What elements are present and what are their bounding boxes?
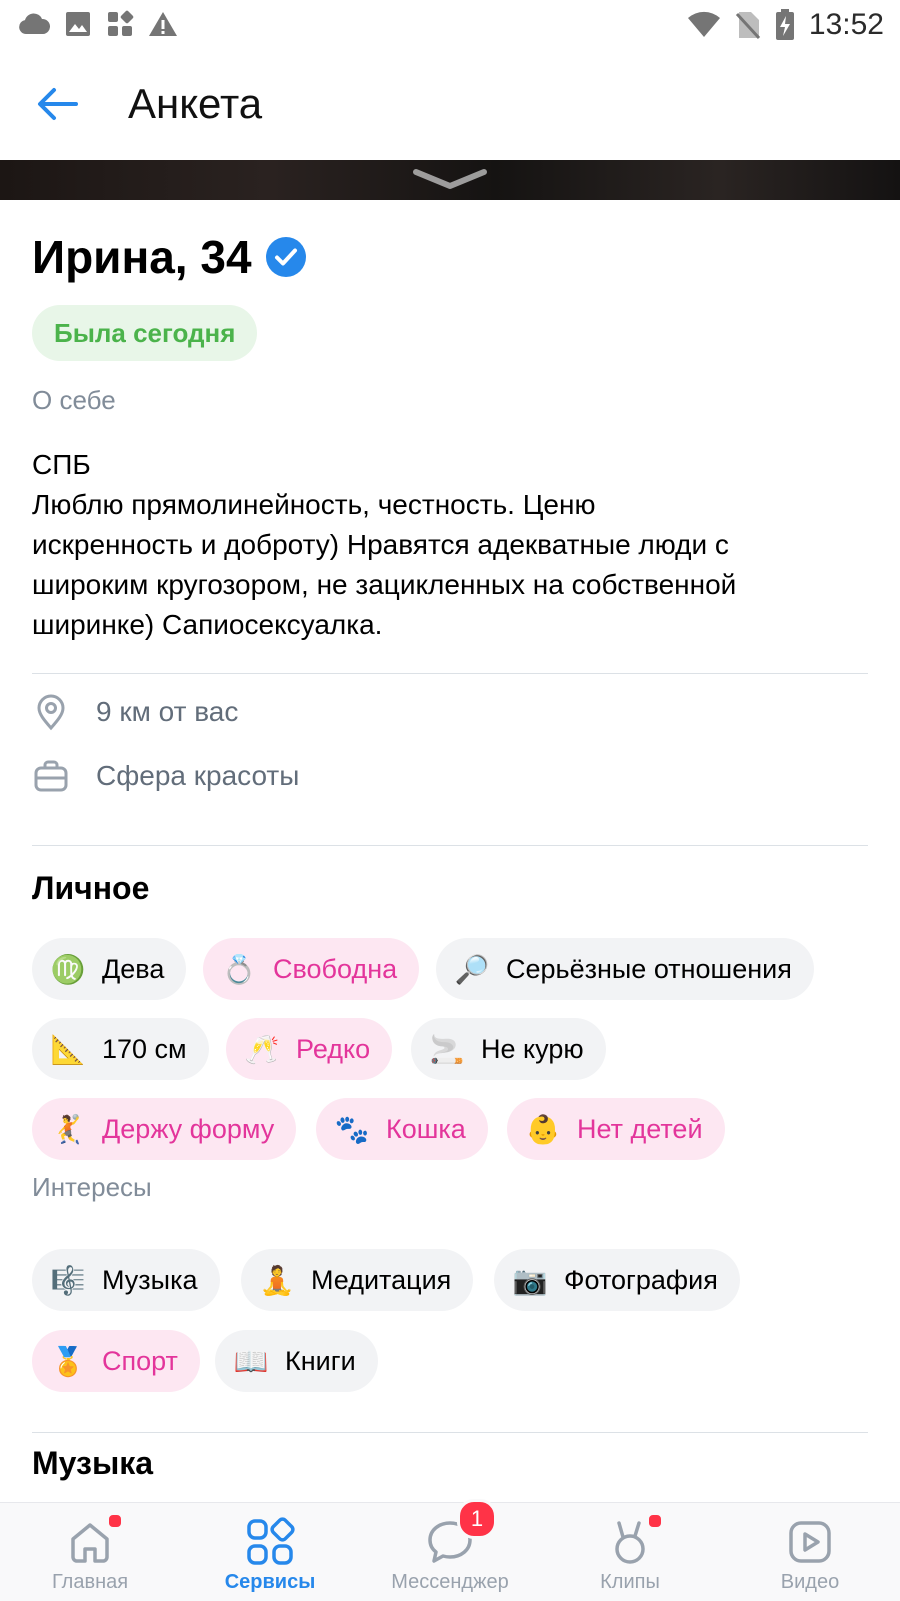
occupation-text: Сфера красоты [96,760,300,791]
online-status-badge: Была сегодня [32,305,258,361]
distance-row: 9 км от вас [32,680,238,744]
messenger-badge: 1 [457,1499,497,1539]
warning-icon [149,12,177,36]
image-icon [66,12,90,36]
about-line: ширинке) Сапиосексуалка. [32,609,383,640]
triangle-ruler-icon: 📐 [50,1033,86,1065]
sport-person-icon: 🤾 [50,1113,86,1145]
profile-name: Ирина, 34 [32,231,252,283]
chip-interest-sport[interactable]: 🏅 Спорт [32,1330,200,1392]
location-pin-icon [32,693,70,731]
divider [32,1432,868,1433]
music-section-title: Музыка [32,1445,154,1481]
arrow-left-icon [38,88,78,120]
chip-label: Кошка [386,1113,466,1144]
chip-label: Спорт [102,1345,178,1376]
bottom-tab-bar: Главная Сервисы 1 Мессенджер Клипы Видео [0,1499,900,1601]
notification-dot [107,1513,123,1529]
about-line: СПБ [32,449,91,480]
about-line: Люблю прямолинейность, честность. Ценю [32,489,596,520]
name-row: Ирина, 34 [32,230,306,284]
notification-dot [647,1513,663,1529]
chip-label: Фотография [564,1264,718,1295]
chip-interest-photography[interactable]: 📷 Фотография [494,1249,740,1311]
chip-alcohol[interactable]: 🥂 Редко [226,1018,393,1080]
cigarette-icon: 🚬 [429,1033,465,1065]
personal-section-title: Личное [32,870,150,906]
chip-label: Держу форму [102,1113,275,1144]
status-bar: 13:52 [0,0,900,50]
status-left-icons [18,10,178,38]
tab-video[interactable]: Видео [720,1503,900,1601]
paw-icon: 🐾 [334,1113,370,1145]
chip-interest-music[interactable]: 🎼 Музыка [32,1249,220,1311]
tab-clips[interactable]: Клипы [540,1503,720,1601]
divider [32,845,868,846]
chip-label: Медитация [311,1264,452,1295]
chip-label: Музыка [102,1264,198,1295]
status-time: 13:52 [808,8,884,41]
tab-label: Клипы [600,1571,660,1593]
chip-interest-meditation[interactable]: 🧘 Медитация [241,1249,474,1311]
about-line: широким кругозором, не зацикленных на со… [32,569,737,600]
profile-photo-strip[interactable] [0,160,900,200]
chevron-down-icon[interactable] [410,166,490,190]
chip-zodiac[interactable]: ♍ Дева [32,938,187,1000]
chip-label: Книги [285,1345,356,1376]
tab-messenger[interactable]: 1 Мессенджер [360,1499,540,1601]
chip-label: Нет детей [577,1113,703,1144]
chip-fitness[interactable]: 🤾 Держу форму [32,1098,297,1160]
chip-pets[interactable]: 🐾 Кошка [316,1098,488,1160]
chip-label: Редко [296,1033,371,1064]
occupation-row: Сфера красоты [32,744,299,808]
champagne-icon: 🥂 [244,1033,280,1065]
briefcase-icon [32,757,70,795]
verified-check-icon [265,237,306,277]
tab-services[interactable]: Сервисы [180,1503,360,1601]
chip-goal[interactable]: 🔎 Серьёзные отношения [436,938,814,1000]
cloud-icon [19,13,50,34]
virgo-icon: ♍ [50,953,86,985]
battery-charging-icon [775,9,794,40]
tab-label: Мессенджер [391,1571,509,1593]
apps-icon [108,10,134,36]
about-line: искренность и доброту) Нравятся адекватн… [32,529,729,560]
chip-children[interactable]: 👶 Нет детей [507,1098,725,1160]
chip-interest-books[interactable]: 📖 Книги [215,1330,378,1392]
baby-icon: 👶 [525,1113,561,1145]
chip-height[interactable]: 📐 170 см [32,1018,209,1080]
chip-label: Свободна [273,953,398,984]
tab-label: Главная [51,1571,129,1593]
chip-smoking[interactable]: 🚬 Не курю [411,1018,606,1080]
back-button[interactable] [30,76,86,132]
chip-label: 170 см [102,1033,187,1064]
chip-relationship-status[interactable]: 💍 Свободна [203,938,420,1000]
chip-label: Серьёзные отношения [506,953,792,984]
distance-text: 9 км от вас [96,696,239,727]
status-right-icons: 13:52 [687,8,884,42]
interests-section-title: Интересы [32,1172,152,1202]
magnifier-icon: 🔎 [454,953,490,985]
divider [32,673,868,674]
book-icon: 📖 [233,1345,269,1377]
meditation-icon: 🧘 [259,1264,295,1296]
about-label: О себе [32,385,116,415]
tab-label: Сервисы [224,1571,316,1593]
camera-icon: 📷 [512,1264,548,1296]
video-icon [789,1521,831,1563]
wifi-icon [687,11,720,37]
about-text: СПБ Люблю прямолинейность, честность. Це… [32,445,872,645]
medal-icon: 🏅 [50,1345,86,1377]
tab-label: Видео [780,1571,840,1593]
app-bar: Анкета [0,50,900,160]
music-score-icon: 🎼 [50,1264,86,1296]
ring-icon: 💍 [221,953,257,985]
tab-home[interactable]: Главная [0,1503,180,1601]
chip-label: Не курю [481,1033,584,1064]
services-icon [247,1517,295,1565]
page-title: Анкета [128,80,263,127]
chip-label: Дева [102,953,165,984]
no-sim-icon [735,12,761,40]
